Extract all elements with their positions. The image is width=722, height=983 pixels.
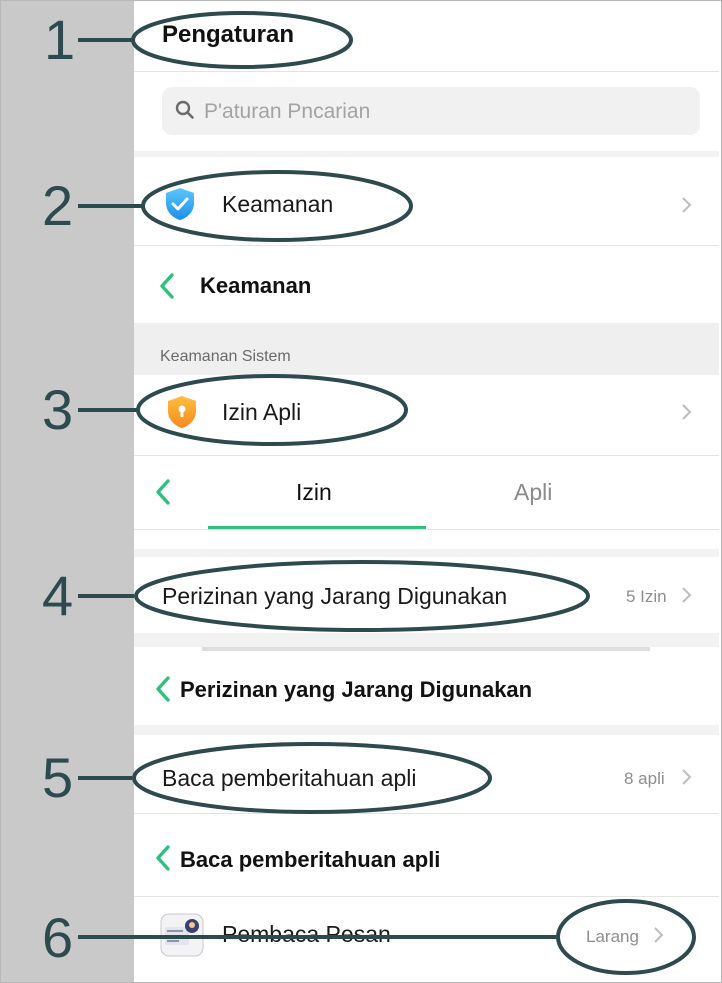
section-header: Keamanan Sistem [134, 323, 719, 375]
annotation-number: 5 [42, 746, 74, 809]
chevron-right-icon [652, 926, 664, 944]
row-keamanan-label: Keamanan [222, 191, 334, 217]
chevron-right-icon [680, 196, 692, 214]
left-gutter [1, 1, 134, 982]
divider [134, 529, 719, 530]
permission-status: Larang [586, 927, 639, 946]
row-read-notifications[interactable]: Baca pemberitahuan apli 8 apli [134, 735, 719, 813]
row-read-notifications-label: Baca pemberitahuan apli [162, 765, 417, 791]
back-arrow-icon[interactable] [152, 477, 174, 507]
divider [134, 633, 719, 647]
row-izin-apli[interactable]: Izin Apli [134, 375, 719, 455]
divider [134, 245, 719, 246]
row-rare-permissions[interactable]: Perizinan yang Jarang Digunakan 5 Izin [134, 557, 719, 633]
page-title: Pengaturan [162, 21, 295, 48]
search-icon [174, 99, 196, 121]
settings-panel: Pengaturan Keamanan Keamanan Keamanan Si… [134, 1, 719, 981]
tab-izin[interactable]: Izin [296, 479, 332, 506]
annotation-number: 6 [42, 906, 74, 969]
annotation-number: 2 [42, 174, 74, 237]
annotation-number: 3 [42, 378, 74, 441]
header-keamanan: Keamanan [200, 273, 312, 298]
chevron-right-icon [680, 403, 692, 421]
row-keamanan[interactable]: Keamanan [134, 157, 719, 245]
row-pembaca-pesan[interactable]: Pembaca Pesan Larang [134, 897, 719, 981]
divider [134, 455, 719, 456]
shield-lock-icon [166, 395, 198, 429]
permission-count: 5 Izin [626, 587, 667, 606]
header-read-notifications: Baca pemberitahuan apli [180, 847, 441, 872]
divider [134, 725, 719, 735]
row-rare-permissions-label: Perizinan yang Jarang Digunakan [162, 583, 508, 609]
app-count: 8 apli [624, 769, 665, 788]
shield-check-icon [164, 187, 196, 221]
back-arrow-icon[interactable] [152, 843, 174, 873]
app-icon-pembaca-pesan [160, 913, 204, 957]
chevron-right-icon [680, 768, 692, 786]
search-input[interactable] [202, 87, 686, 137]
annotation-number: 4 [42, 564, 74, 627]
divider [134, 549, 719, 557]
divider [134, 813, 719, 814]
divider [134, 71, 719, 72]
tab-apli[interactable]: Apli [514, 479, 552, 506]
header-rare-permissions: Perizinan yang Jarang Digunakan [180, 677, 533, 702]
section-caption: Keamanan Sistem [160, 348, 291, 365]
row-pembaca-pesan-label: Pembaca Pesan [222, 921, 391, 947]
search-bar[interactable] [162, 87, 700, 137]
back-arrow-icon[interactable] [156, 271, 178, 301]
chevron-right-icon [680, 586, 692, 604]
back-arrow-icon[interactable] [152, 674, 174, 704]
row-izin-apli-label: Izin Apli [222, 399, 302, 425]
annotation-number: 1 [44, 8, 76, 71]
scroll-shadow [202, 647, 650, 651]
